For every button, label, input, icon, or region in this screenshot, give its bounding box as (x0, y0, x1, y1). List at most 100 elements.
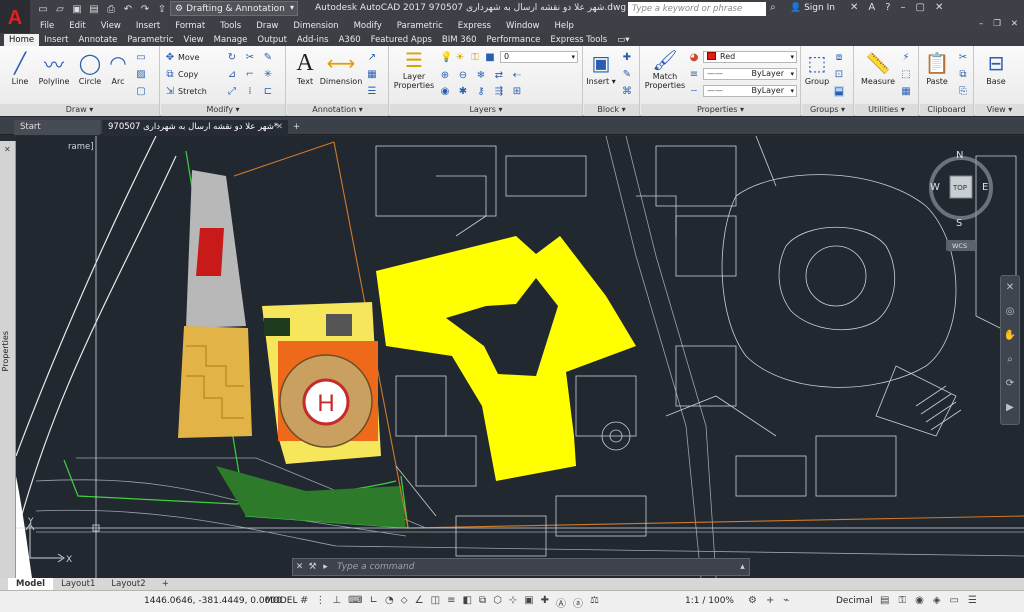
annotation-scale-dropdown[interactable]: 1:1 / 100% (685, 596, 734, 606)
cut-icon[interactable]: ✂ (958, 52, 968, 63)
minimize-icon[interactable]: – (901, 2, 906, 13)
scale-icon[interactable]: ⤢ (227, 86, 237, 97)
polar-tracking-icon[interactable]: ◔ (385, 595, 394, 610)
paste-button[interactable]: 📋 Paste (920, 49, 954, 86)
add-layout-icon[interactable]: + (154, 578, 177, 590)
object-snap-icon[interactable]: ◫ (431, 595, 440, 610)
group-edit-icon[interactable]: ⊡ (834, 69, 844, 80)
layout-tab-layout1[interactable]: Layout1 (53, 578, 103, 590)
close-icon[interactable]: ✕ (1001, 276, 1019, 300)
lock-ui-icon[interactable]: ⚿ (898, 595, 906, 606)
menu-item-dimension[interactable]: Dimension (293, 21, 338, 31)
exchange-icon[interactable]: ✕ (850, 2, 858, 13)
tab-start[interactable]: Start (14, 120, 100, 135)
dimension-button[interactable]: ⟷ Dimension (319, 49, 363, 86)
rotate-icon[interactable]: ↻ (227, 52, 237, 63)
layer-merge-icon[interactable]: ⊞ (512, 86, 522, 97)
ribbon-tab-parametric[interactable]: Parametric (122, 34, 178, 46)
menu-item-modify[interactable]: Modify (354, 21, 382, 31)
move-button[interactable]: ✥ Move (165, 52, 200, 63)
clean-screen-icon[interactable]: ▭ (950, 595, 959, 606)
measure-button[interactable]: 📏 Measure (857, 49, 899, 86)
menu-item-express[interactable]: Express (458, 21, 491, 31)
clipboard-panel-title[interactable]: Clipboard (920, 104, 973, 116)
object-snap-tracking-icon[interactable]: ∠ (415, 595, 424, 610)
undo-icon[interactable]: ↶ (121, 2, 135, 16)
close-icon[interactable]: ✕ (276, 120, 283, 135)
command-input[interactable]: Type a command (332, 562, 736, 572)
lineweight-icon[interactable]: ≡ (689, 69, 699, 80)
annotation-visibility-icon[interactable]: Ⓐ (556, 595, 566, 610)
doc-restore-icon[interactable]: ❐ (993, 19, 1001, 29)
wrench-icon[interactable]: ⚒ (306, 562, 319, 572)
customization-icon[interactable]: ☰ (968, 595, 977, 606)
ribbon-tab-add-ins[interactable]: Add-ins (292, 34, 334, 46)
calculator-icon[interactable]: ▦ (901, 86, 911, 97)
utilities-panel-title[interactable]: Utilities ▾ (855, 104, 918, 116)
showmotion-icon[interactable]: ▶ (1001, 396, 1019, 420)
quick-select-icon[interactable]: ⚡ (901, 52, 911, 63)
workspace-dropdown[interactable]: ⚙ Drafting & Annotation ▾ (170, 1, 298, 16)
ribbon-tab-insert[interactable]: Insert (39, 34, 73, 46)
erase-icon[interactable]: ✎ (263, 52, 273, 63)
quick-properties-icon[interactable]: ▤ (880, 595, 889, 606)
steering-wheel-icon[interactable]: ◎ (1001, 300, 1019, 324)
units-icon[interactable]: ⌁ (783, 595, 789, 606)
ribbon-tab-output[interactable]: Output (252, 34, 292, 46)
table-icon[interactable]: ▦ (367, 69, 377, 80)
drawing-area[interactable]: H Y X rame] (16, 136, 1024, 578)
auto-scale-icon[interactable]: ⓐ (573, 595, 583, 610)
layout-tab-layout2[interactable]: Layout2 (103, 578, 153, 590)
match-properties-button[interactable]: 🖌 Match Properties (643, 48, 687, 90)
selection-filter-icon[interactable]: ▣ (524, 595, 533, 610)
array-icon[interactable]: ⁞ (245, 86, 255, 97)
annotation-panel-title[interactable]: Annotation ▾ (287, 104, 388, 116)
chevron-up-icon[interactable]: ▴ (736, 562, 749, 572)
save-icon[interactable]: ▣ (70, 2, 84, 16)
workspace-switch-icon[interactable]: ⚙ (748, 595, 757, 606)
dynamic-input-icon[interactable]: ⌨ (348, 595, 362, 610)
layer-unlock-icon[interactable]: ⚷ (476, 86, 486, 97)
coordinates-readout[interactable]: 1446.0646, -381.4449, 0.0000 (144, 596, 282, 606)
linetype-icon[interactable]: ┄ (689, 86, 699, 97)
annotation-monitor-icon[interactable]: + (766, 595, 774, 606)
wcs-menu[interactable]: WCS (952, 242, 967, 250)
properties-panel-title[interactable]: Properties ▾ (641, 104, 800, 116)
text-button[interactable]: A Text (287, 49, 323, 87)
viewcube[interactable]: N S E W TOP WCS (928, 150, 994, 251)
orbit-icon[interactable]: ⟳ (1001, 372, 1019, 396)
select-all-icon[interactable]: ⬚ (901, 69, 911, 80)
base-button[interactable]: ⊟ Base (979, 49, 1013, 86)
color-wheel-icon[interactable]: ◕ (689, 52, 699, 63)
menu-item-insert[interactable]: Insert (136, 21, 160, 31)
zoom-icon[interactable]: ⌕ (1001, 348, 1019, 372)
layout-tab-model[interactable]: Model (8, 578, 54, 590)
menu-item-window[interactable]: Window (506, 21, 540, 31)
menu-item-format[interactable]: Format (175, 21, 205, 31)
redo-icon[interactable]: ↷ (138, 2, 152, 16)
polyline-button[interactable]: 〰 Polyline (36, 49, 72, 87)
markup-icon[interactable]: ☰ (367, 86, 377, 97)
ribbon-tab-bim-360[interactable]: BIM 360 (437, 34, 482, 46)
share-icon[interactable]: ⇪ (155, 2, 169, 16)
layers-panel-title[interactable]: Layers ▾ (390, 104, 582, 116)
block-attribute-icon[interactable]: ⌘ (622, 86, 632, 97)
3d-osnap-icon[interactable]: ⬡ (493, 595, 502, 610)
annotation-scale-icon[interactable]: ⚖ (590, 595, 599, 610)
modify-panel-title[interactable]: Modify ▾ (161, 104, 285, 116)
create-block-icon[interactable]: ✚ (622, 52, 632, 63)
layer-color-icon[interactable]: ■ (485, 52, 495, 63)
copy-clip-icon[interactable]: ⧉ (958, 69, 968, 80)
hardware-acceleration-icon[interactable]: ◈ (933, 595, 941, 606)
layer-match-icon[interactable]: ⇄ (494, 70, 504, 81)
layer-dropdown[interactable]: 0 ▾ (500, 51, 578, 63)
dynamic-ucs-icon[interactable]: ⊹ (509, 595, 517, 610)
sun-icon[interactable]: ☀ (455, 52, 465, 63)
units-dropdown[interactable]: Decimal (836, 596, 873, 606)
ribbon-tab-annotate[interactable]: Annotate (74, 34, 123, 46)
maximize-icon[interactable]: ▢ (916, 2, 925, 13)
layer-freeze-icon[interactable]: ❄ (476, 70, 486, 81)
viewport-controls[interactable]: rame] (68, 142, 94, 152)
ribbon-tab-home[interactable]: Home (4, 34, 40, 46)
ribbon-tab-view[interactable]: View (178, 34, 208, 46)
